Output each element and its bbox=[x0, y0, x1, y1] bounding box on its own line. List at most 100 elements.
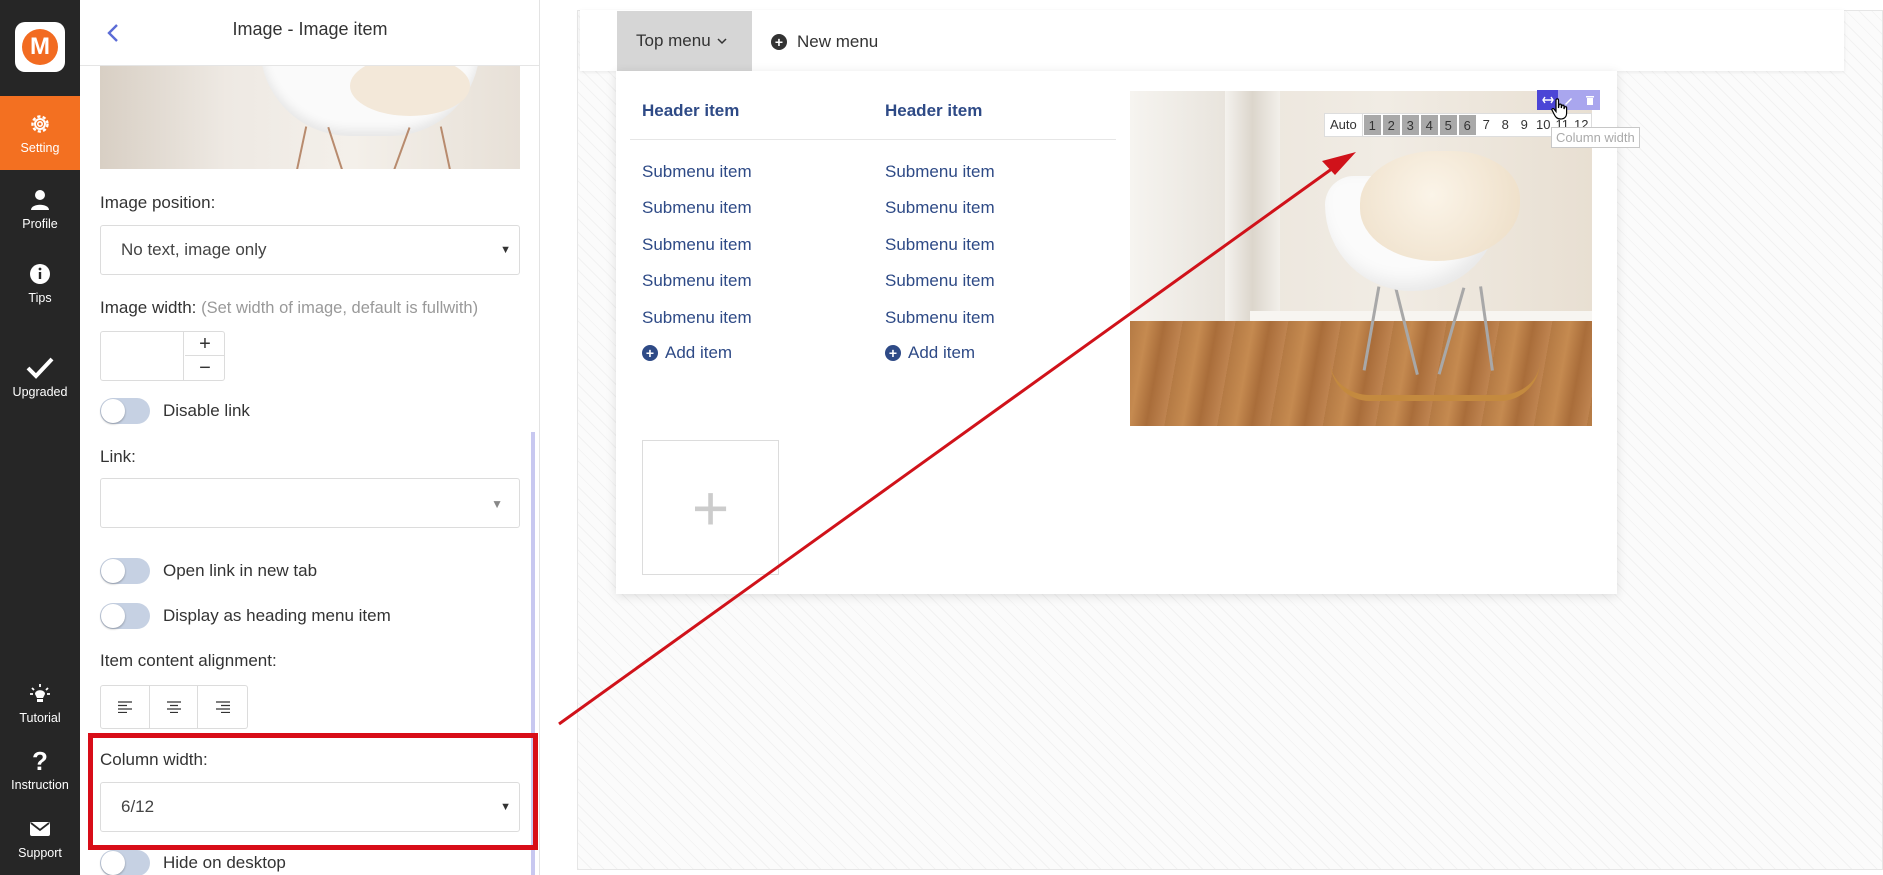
column-width-option[interactable]: 4 bbox=[1419, 114, 1439, 136]
display-heading-toggle[interactable] bbox=[100, 603, 150, 629]
image-width-label-text: Image width: bbox=[100, 298, 197, 317]
nav-item-tips[interactable]: Tips bbox=[0, 246, 80, 320]
panel-title: Image - Image item bbox=[232, 19, 388, 39]
align-left-button[interactable] bbox=[101, 686, 150, 728]
preview-image[interactable] bbox=[1130, 91, 1592, 426]
image-thumbnail bbox=[100, 66, 520, 169]
info-icon bbox=[29, 262, 51, 286]
column-width-option[interactable]: 10 bbox=[1534, 114, 1553, 136]
add-item-button-col2[interactable]: + Add item bbox=[885, 343, 975, 363]
nav-label-instruction: Instruction bbox=[11, 777, 69, 792]
nav-label-upgraded: Upgraded bbox=[12, 384, 68, 399]
align-left-icon bbox=[117, 701, 132, 713]
image-width-input[interactable] bbox=[101, 332, 184, 380]
submenu-item[interactable]: Submenu item bbox=[642, 235, 752, 255]
add-item-label: Add item bbox=[908, 343, 976, 362]
nav-label-tutorial: Tutorial bbox=[19, 710, 61, 725]
open-new-tab-label: Open link in new tab bbox=[163, 561, 318, 580]
submenu-item[interactable]: Submenu item bbox=[642, 308, 752, 328]
nav-item-upgraded[interactable]: Upgraded bbox=[0, 340, 80, 414]
chevron-down-icon bbox=[717, 34, 727, 48]
column-width-option[interactable]: 2 bbox=[1381, 114, 1401, 136]
panel-header: Image - Image item bbox=[80, 0, 539, 66]
nav-label-setting: Setting bbox=[20, 140, 60, 155]
nav-label-support: Support bbox=[18, 845, 62, 860]
nav-item-support[interactable]: Support bbox=[0, 801, 80, 875]
caret-down-icon: ▼ bbox=[500, 801, 511, 813]
header-item-col2[interactable]: Header item bbox=[885, 101, 982, 121]
nav-label-tips: Tips bbox=[28, 290, 52, 305]
column-width-option[interactable]: 8 bbox=[1496, 114, 1515, 136]
plus-circle-icon: + bbox=[771, 34, 787, 50]
link-select[interactable]: ▼ bbox=[100, 478, 520, 528]
check-icon bbox=[26, 356, 54, 380]
submenu-item[interactable]: Submenu item bbox=[642, 271, 752, 291]
settings-panel: Image - Image item Image position: No te… bbox=[80, 0, 540, 875]
open-new-tab-row: Open link in new tab bbox=[100, 558, 317, 584]
submenu-item[interactable]: Submenu item bbox=[885, 308, 995, 328]
disable-link-label: Disable link bbox=[163, 401, 250, 420]
submenu-item[interactable]: Submenu item bbox=[885, 271, 995, 291]
column-width-select[interactable]: 6/12 ▼ bbox=[100, 782, 520, 832]
lightbulb-icon bbox=[28, 682, 52, 706]
divider bbox=[630, 139, 1116, 140]
nav-item-instruction[interactable]: ? Instruction bbox=[0, 733, 80, 807]
column-width-option[interactable]: 6 bbox=[1457, 114, 1477, 136]
hand-cursor-icon bbox=[1551, 98, 1568, 120]
column-width-option[interactable]: 7 bbox=[1477, 114, 1496, 136]
delete-icon[interactable] bbox=[1579, 90, 1600, 110]
align-center-icon bbox=[166, 701, 181, 713]
nav-label-profile: Profile bbox=[22, 216, 58, 231]
align-center-button[interactable] bbox=[150, 686, 199, 728]
hide-desktop-row: Hide on desktop bbox=[100, 850, 286, 875]
decrement-button[interactable]: − bbox=[185, 356, 225, 380]
submenu-item[interactable]: Submenu item bbox=[885, 235, 995, 255]
header-item-col1[interactable]: Header item bbox=[642, 101, 739, 121]
hide-desktop-toggle[interactable] bbox=[100, 850, 150, 875]
nav-item-profile[interactable]: Profile bbox=[0, 172, 80, 246]
top-menu-button[interactable]: Top menu bbox=[617, 11, 752, 71]
new-menu-button[interactable]: + New menu bbox=[771, 30, 878, 54]
open-new-tab-toggle[interactable] bbox=[100, 558, 150, 584]
display-heading-row: Display as heading menu item bbox=[100, 603, 391, 629]
plus-circle-icon: + bbox=[885, 345, 901, 361]
panel-scrollbar[interactable] bbox=[531, 432, 535, 875]
app-logo[interactable]: M bbox=[15, 22, 65, 72]
align-right-button[interactable] bbox=[198, 686, 247, 728]
top-menu-label: Top menu bbox=[636, 31, 711, 50]
image-position-value: No text, image only bbox=[121, 240, 267, 259]
increment-button[interactable]: + bbox=[185, 332, 225, 356]
app-sidebar: M Setting Profile Tips Upgraded Tutorial… bbox=[0, 0, 80, 875]
image-position-select[interactable]: No text, image only ▼ bbox=[100, 225, 520, 275]
caret-down-icon: ▼ bbox=[500, 244, 511, 256]
disable-link-toggle[interactable] bbox=[100, 398, 150, 424]
column-width-option[interactable]: 1 bbox=[1362, 114, 1382, 136]
hide-desktop-label: Hide on desktop bbox=[163, 853, 286, 872]
display-heading-label: Display as heading menu item bbox=[163, 606, 391, 625]
submenu-item[interactable]: Submenu item bbox=[642, 162, 752, 182]
disable-link-row: Disable link bbox=[100, 398, 250, 424]
nav-item-tutorial[interactable]: Tutorial bbox=[0, 666, 80, 740]
caret-down-icon: ▼ bbox=[491, 497, 503, 511]
column-width-option[interactable]: 9 bbox=[1515, 114, 1534, 136]
add-column-button[interactable]: + bbox=[642, 440, 779, 575]
link-label: Link: bbox=[100, 447, 136, 466]
image-position-label: Image position: bbox=[100, 193, 216, 212]
column-width-option[interactable]: 5 bbox=[1438, 114, 1458, 136]
submenu-item[interactable]: Submenu item bbox=[885, 198, 995, 218]
column-auto-option[interactable]: Auto bbox=[1325, 114, 1363, 136]
alignment-label: Item content alignment: bbox=[100, 651, 277, 670]
image-width-label: Image width: (Set width of image, defaul… bbox=[100, 298, 478, 318]
new-menu-label: New menu bbox=[797, 32, 879, 51]
image-width-stepper: + − bbox=[100, 331, 225, 381]
user-icon bbox=[29, 188, 51, 212]
submenu-item[interactable]: Submenu item bbox=[642, 198, 752, 218]
nav-item-setting[interactable]: Setting bbox=[0, 96, 80, 170]
column-width-option[interactable]: 3 bbox=[1400, 114, 1420, 136]
add-item-label: Add item bbox=[665, 343, 733, 362]
submenu-item[interactable]: Submenu item bbox=[885, 162, 995, 182]
gear-icon bbox=[28, 112, 52, 136]
plus-circle-icon: + bbox=[642, 345, 658, 361]
add-item-button-col1[interactable]: + Add item bbox=[642, 343, 732, 363]
menu-bar bbox=[580, 10, 1844, 71]
